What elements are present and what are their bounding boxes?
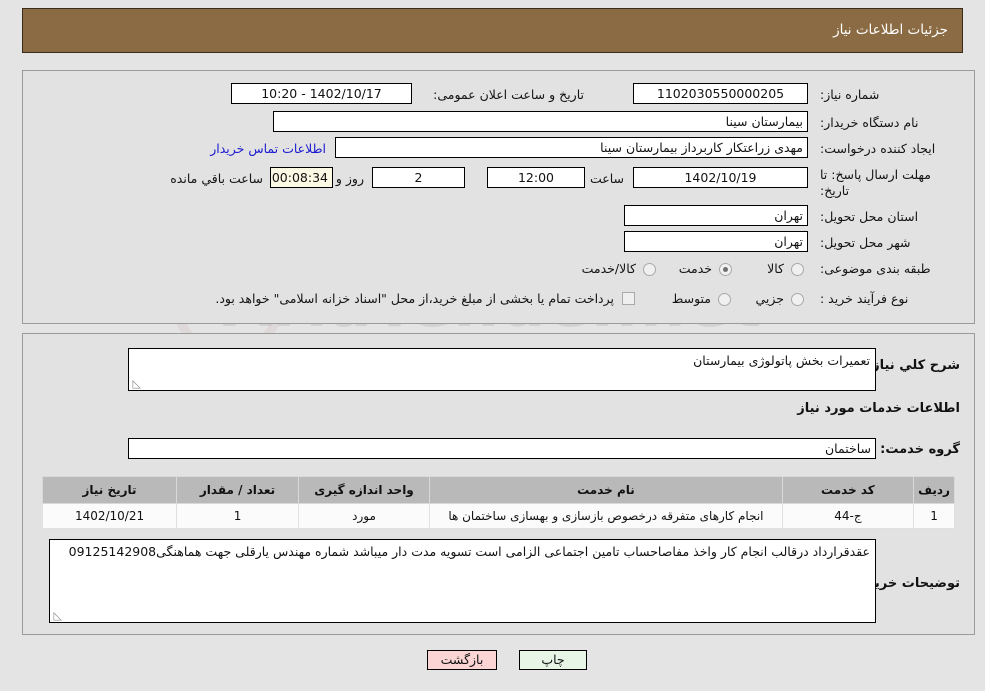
treasury-bond-label: پرداخت تمام یا بخشی از مبلغ خرید،از محل … <box>215 291 614 306</box>
deadline-countdown: 00:08:34 <box>270 167 333 188</box>
announce-datetime-value: 1402/10/17 - 10:20 <box>231 83 412 104</box>
deadline-time-label: ساعت <box>589 171 624 186</box>
general-description-textarea[interactable]: تعمیرات بخش پاتولوژی بیمارستان ◺ <box>128 348 876 391</box>
buyer-contact-link[interactable]: اطلاعات تماس خریدار <box>210 141 326 156</box>
buyer-notes-textarea[interactable]: عقدقرارداد درقالب انجام کار واخذ مفاصاحس… <box>49 539 876 623</box>
buyer-org-label: نام دستگاه خریدار: <box>820 115 919 130</box>
deadline-countdown-suffix: ساعت باقي مانده <box>170 171 263 186</box>
print-button[interactable]: چاپ <box>519 650 587 670</box>
table-row: 1 ج-44 انجام کارهای متفرقه درخصوص بازساز… <box>41 503 955 529</box>
general-description-label: شرح کلي نیاز: <box>866 358 960 373</box>
treasury-bond-checkbox[interactable] <box>622 292 635 305</box>
col-radif: ردیف <box>913 476 955 504</box>
purchase-process-label: نوع فرآیند خرید : <box>820 291 909 306</box>
deadline-label: مهلت ارسال پاسخ: تا تاریخ: <box>820 167 931 198</box>
delivery-province-value: تهران <box>624 205 808 226</box>
need-number-value: 1102030550000205 <box>633 83 808 104</box>
services-heading: اطلاعات خدمات مورد نیاز <box>797 401 960 416</box>
cell-radif: 1 <box>913 503 955 529</box>
page-header: جزئیات اطلاعات نیاز <box>22 8 963 53</box>
category-radio-kala-khedmat-label: کالا/خدمت <box>581 261 636 276</box>
col-code: کد خدمت <box>781 476 915 504</box>
category-radio-khedmat-label: خدمت <box>678 261 712 276</box>
service-group-label: گروه خدمت: <box>880 442 960 457</box>
deadline-date: 1402/10/19 <box>633 167 808 188</box>
service-group-value: ساختمان <box>128 438 876 459</box>
process-radio-motavaset-label: متوسط <box>671 291 711 306</box>
resize-grip-icon[interactable]: ◺ <box>131 378 141 389</box>
cell-qty: 1 <box>176 503 299 529</box>
back-button[interactable]: بازگشت <box>427 650 497 670</box>
category-radio-kala[interactable] <box>791 263 804 276</box>
need-info-panel: شماره نیاز: 1102030550000205 تاریخ و ساع… <box>22 70 975 324</box>
deadline-days-suffix: روز و <box>335 171 364 186</box>
cell-name: انجام کارهای متفرقه درخصوص بازسازی و بهس… <box>429 503 783 529</box>
need-number-label: شماره نیاز: <box>820 87 880 102</box>
request-creator-value: مهدی زراعتکار کاربرداز بیمارستان سینا <box>335 137 808 158</box>
delivery-city-label: شهر محل تحویل: <box>820 235 911 250</box>
category-radio-khedmat[interactable] <box>719 263 732 276</box>
deadline-time: 12:00 <box>487 167 585 188</box>
table-header-row: ردیف کد خدمت نام خدمت واحد اندازه گیری ت… <box>41 476 955 504</box>
col-qty: تعداد / مقدار <box>176 476 299 504</box>
announce-datetime-label: تاریخ و ساعت اعلان عمومی: <box>433 87 584 102</box>
delivery-city-value: تهران <box>624 231 808 252</box>
col-name: نام خدمت <box>429 476 783 504</box>
process-radio-motavaset[interactable] <box>718 293 731 306</box>
request-creator-label: ایجاد کننده درخواست: <box>820 141 936 156</box>
process-radio-jozei-label: جزیي <box>755 291 784 306</box>
process-radio-jozei[interactable] <box>791 293 804 306</box>
category-radio-kala-label: کالا <box>767 261 784 276</box>
delivery-province-label: استان محل تحویل: <box>820 209 919 224</box>
cell-unit: مورد <box>297 503 431 529</box>
services-table: ردیف کد خدمت نام خدمت واحد اندازه گیری ت… <box>41 476 955 529</box>
col-unit: واحد اندازه گیری <box>297 476 431 504</box>
category-label: طبقه بندی موضوعی: <box>820 261 931 276</box>
col-date: تاریخ نیاز <box>41 476 178 504</box>
page-title: جزئیات اطلاعات نیاز <box>833 22 948 38</box>
cell-date: 1402/10/21 <box>41 503 178 529</box>
buyer-org-value: بیمارستان سینا <box>273 111 808 132</box>
resize-grip-icon-2[interactable]: ◺ <box>52 610 62 621</box>
general-description-value: تعمیرات بخش پاتولوژی بیمارستان <box>693 353 870 368</box>
cell-code: ج-44 <box>781 503 915 529</box>
deadline-days: 2 <box>372 167 465 188</box>
buyer-notes-value: عقدقرارداد درقالب انجام کار واخذ مفاصاحس… <box>68 544 870 559</box>
category-radio-kala-khedmat[interactable] <box>643 263 656 276</box>
